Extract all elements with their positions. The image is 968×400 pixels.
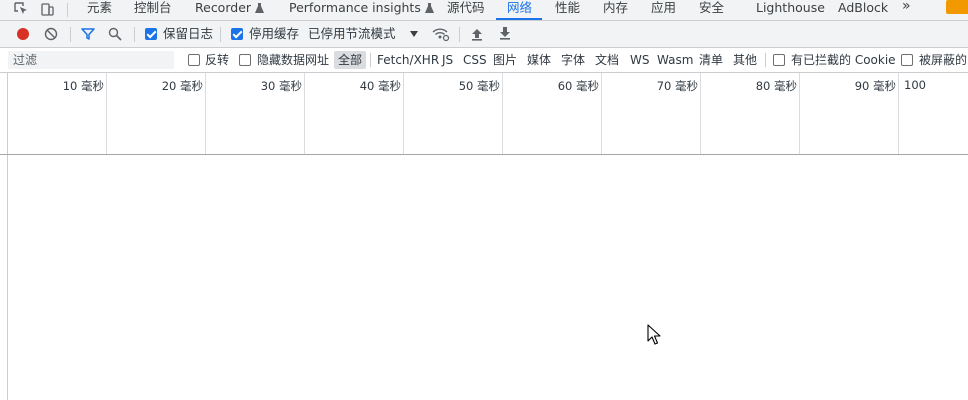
- tab-recorder[interactable]: Recorder: [195, 0, 265, 20]
- toolbar-divider: [67, 3, 68, 17]
- filter-type-other[interactable]: 其他: [733, 53, 757, 67]
- toolbar-divider: [459, 27, 460, 42]
- filter-type-font[interactable]: 字体: [561, 53, 585, 67]
- tab-console[interactable]: 控制台: [134, 0, 172, 20]
- timeline-tick-label: 80 毫秒: [755, 79, 797, 93]
- filter-type-all[interactable]: 全部: [334, 51, 367, 69]
- network-overview-timeline[interactable]: 10 毫秒 20 毫秒 30 毫秒 40 毫秒 50 毫秒 60 毫秒 70 毫…: [0, 73, 968, 155]
- dropdown-arrow-icon[interactable]: [410, 31, 418, 37]
- timeline-tick-label: 20 毫秒: [161, 79, 203, 93]
- tab-lighthouse[interactable]: Lighthouse: [756, 0, 825, 20]
- filter-type-img[interactable]: 图片: [493, 53, 517, 67]
- device-toolbar-icon[interactable]: [40, 1, 56, 17]
- filter-type-media[interactable]: 媒体: [527, 53, 551, 67]
- filter-type-doc[interactable]: 文档: [595, 53, 619, 67]
- timeline-tick-label: 40 毫秒: [359, 79, 401, 93]
- filter-type-js[interactable]: JS: [442, 53, 453, 67]
- issues-warning-badge[interactable]: [946, 0, 968, 14]
- preserve-log-checkbox[interactable]: [145, 28, 157, 40]
- inspect-element-icon[interactable]: [13, 1, 29, 17]
- tab-performance-insights[interactable]: Performance insights: [289, 0, 434, 20]
- disable-cache-label[interactable]: 停用缓存: [249, 27, 299, 41]
- filter-divider: [370, 53, 371, 67]
- timeline-tick-label: 30 毫秒: [260, 79, 302, 93]
- tab-sources[interactable]: 源代码: [447, 0, 485, 20]
- filter-type-css[interactable]: CSS: [463, 53, 487, 67]
- filter-type-ws[interactable]: WS: [630, 53, 649, 67]
- invert-checkbox[interactable]: [188, 54, 200, 66]
- timeline-gridline: [898, 73, 899, 154]
- more-tabs-button[interactable]: »: [902, 0, 911, 14]
- tab-adblock[interactable]: AdBlock: [838, 0, 888, 20]
- tab-elements[interactable]: 元素: [87, 0, 112, 20]
- throttling-select[interactable]: 已停用节流模式: [308, 27, 396, 41]
- request-list-left-border: [7, 155, 8, 400]
- network-toolbar: 保留日志 停用缓存 已停用节流模式: [0, 21, 968, 48]
- selected-tab-indicator: [496, 18, 542, 20]
- filter-type-manifest[interactable]: 清单: [699, 53, 723, 67]
- mouse-cursor-icon: [647, 324, 661, 345]
- toolbar-divider: [70, 27, 71, 42]
- export-har-icon[interactable]: [499, 26, 511, 40]
- blocked-requests-checkbox[interactable]: [901, 54, 913, 66]
- import-har-icon[interactable]: [471, 27, 483, 41]
- timeline-tick-label: 70 毫秒: [656, 79, 698, 93]
- toolbar-divider: [220, 27, 221, 42]
- timeline-tick-label: 10 毫秒: [62, 79, 104, 93]
- disable-cache-checkbox[interactable]: [231, 28, 243, 40]
- clear-icon[interactable]: [44, 27, 58, 41]
- search-icon[interactable]: [108, 27, 122, 41]
- timeline-tick-label: 50 毫秒: [458, 79, 500, 93]
- invert-label[interactable]: 反转: [205, 53, 229, 67]
- preserve-log-label[interactable]: 保留日志: [163, 27, 213, 41]
- tab-memory[interactable]: 内存: [603, 0, 628, 20]
- experimental-flask-icon: [255, 3, 265, 13]
- filter-type-wasm[interactable]: Wasm: [657, 53, 693, 67]
- toolbar-divider: [134, 27, 135, 42]
- tab-performance[interactable]: 性能: [555, 0, 580, 20]
- hide-data-urls-label[interactable]: 隐藏数据网址: [257, 53, 329, 67]
- filter-icon[interactable]: [81, 27, 95, 41]
- timeline-tick-label: 60 毫秒: [557, 79, 599, 93]
- tab-security[interactable]: 安全: [699, 0, 724, 20]
- filter-divider: [765, 53, 766, 67]
- network-filterbar: 反转 隐藏数据网址 全部 Fetch/XHR JS CSS 图片 媒体 字体 文…: [0, 48, 968, 73]
- experimental-flask-icon: [424, 3, 434, 13]
- record-icon[interactable]: [16, 27, 30, 41]
- network-conditions-icon[interactable]: [432, 26, 450, 42]
- hide-data-urls-checkbox[interactable]: [239, 54, 251, 66]
- tab-network[interactable]: 网络: [507, 0, 532, 20]
- filter-input[interactable]: [8, 51, 174, 69]
- blocked-cookies-label[interactable]: 有已拦截的 Cookie: [791, 53, 896, 67]
- devtools-tabbar: 元素 控制台 Recorder Performance insights 源代码…: [0, 0, 968, 21]
- blocked-requests-label[interactable]: 被屏蔽的: [919, 53, 967, 67]
- timeline-tick-label: 90 毫秒: [854, 79, 896, 93]
- tab-application[interactable]: 应用: [651, 0, 676, 20]
- timeline-tick-label: 100: [904, 78, 926, 92]
- blocked-cookies-checkbox[interactable]: [773, 54, 785, 66]
- filter-type-fetch-xhr[interactable]: Fetch/XHR: [377, 53, 439, 67]
